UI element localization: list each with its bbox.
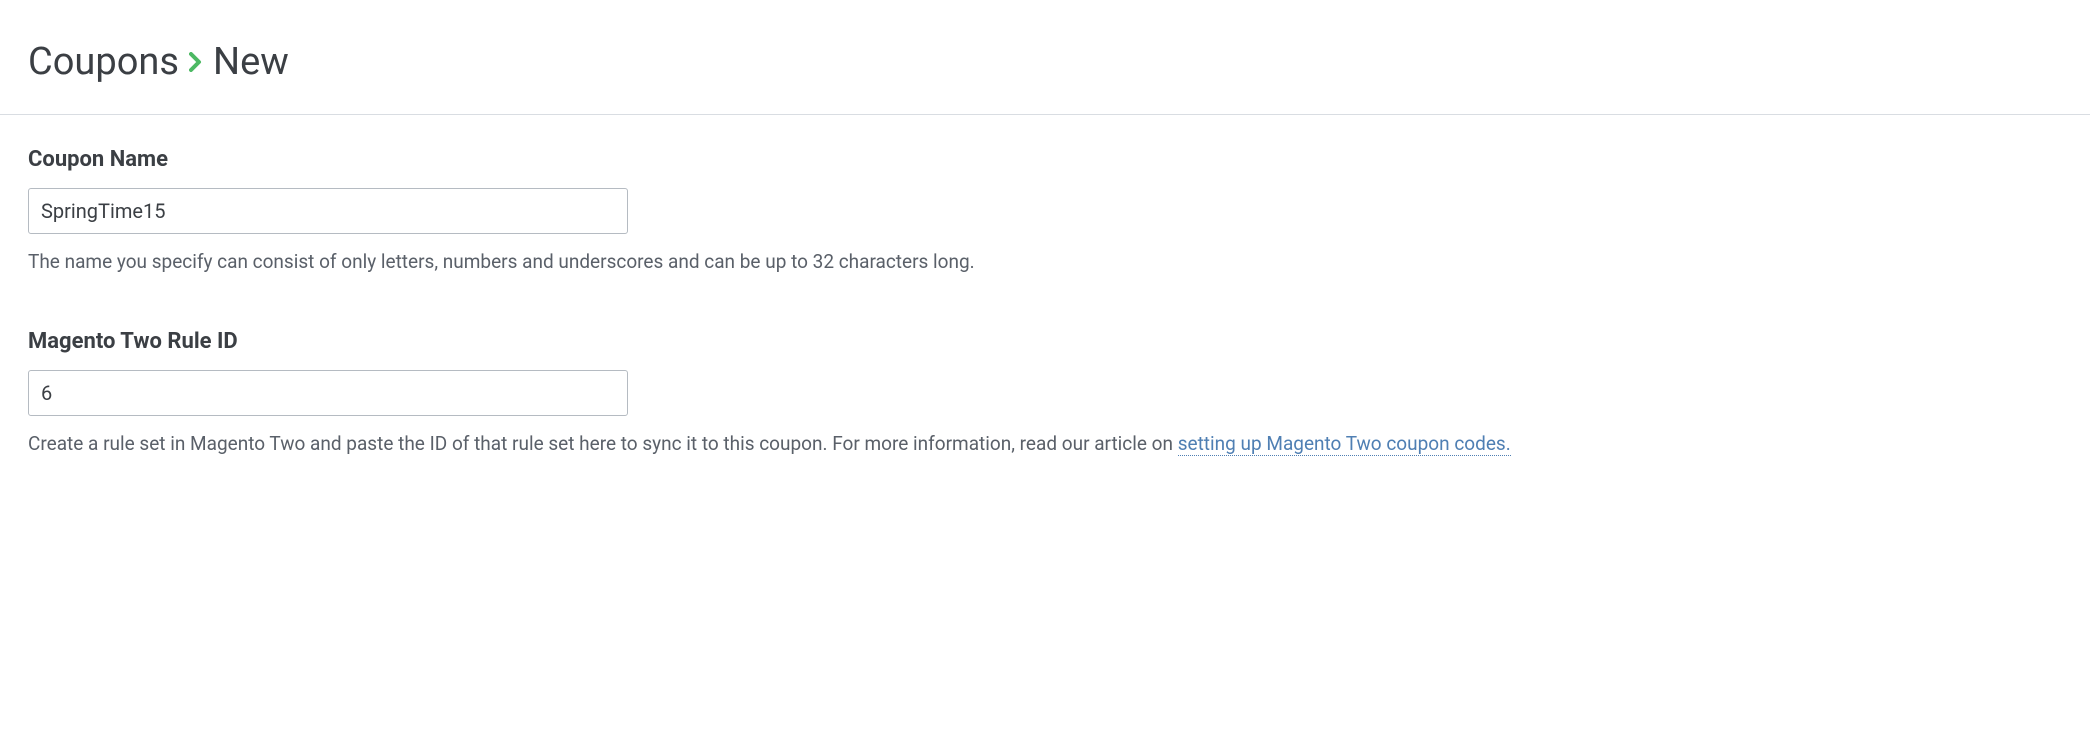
coupon-name-help: The name you specify can consist of only… [28,248,2062,277]
rule-id-label: Magento Two Rule ID [28,329,2062,354]
rule-id-help-link[interactable]: setting up Magento Two coupon codes. [1178,432,1511,456]
rule-id-help: Create a rule set in Magento Two and pas… [28,430,2062,459]
coupon-name-label: Coupon Name [28,147,2062,172]
rule-id-help-text: Create a rule set in Magento Two and pas… [28,432,1178,455]
coupon-name-group: Coupon Name The name you specify can con… [28,147,2062,277]
chevron-right-icon [189,52,203,72]
page-header: Coupons New [0,0,2090,114]
breadcrumb-root[interactable]: Coupons [28,40,179,84]
rule-id-input[interactable] [28,370,628,416]
coupon-name-input[interactable] [28,188,628,234]
breadcrumb-current: New [213,40,289,84]
form-container: Coupon Name The name you specify can con… [0,115,2090,542]
rule-id-group: Magento Two Rule ID Create a rule set in… [28,329,2062,459]
breadcrumb: Coupons New [28,40,2062,84]
